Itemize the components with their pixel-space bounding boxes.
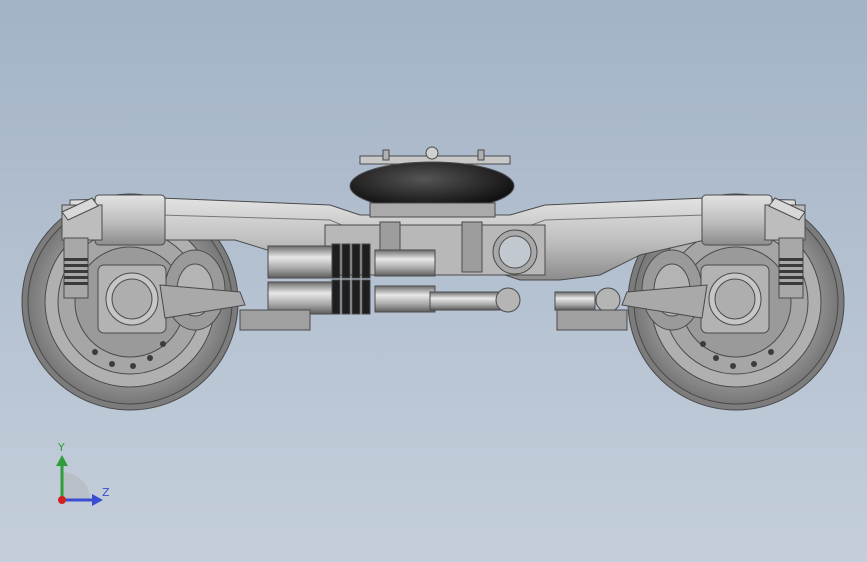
x-axis-dot: [58, 496, 66, 504]
triad-y-label: Y: [58, 441, 65, 454]
left-brake-unit: [239, 309, 311, 331]
right-brake-unit: [556, 309, 628, 331]
air-spring[interactable]: [349, 146, 515, 218]
triad-z-label: Z: [102, 486, 110, 499]
cad-viewport[interactable]: [0, 0, 867, 562]
